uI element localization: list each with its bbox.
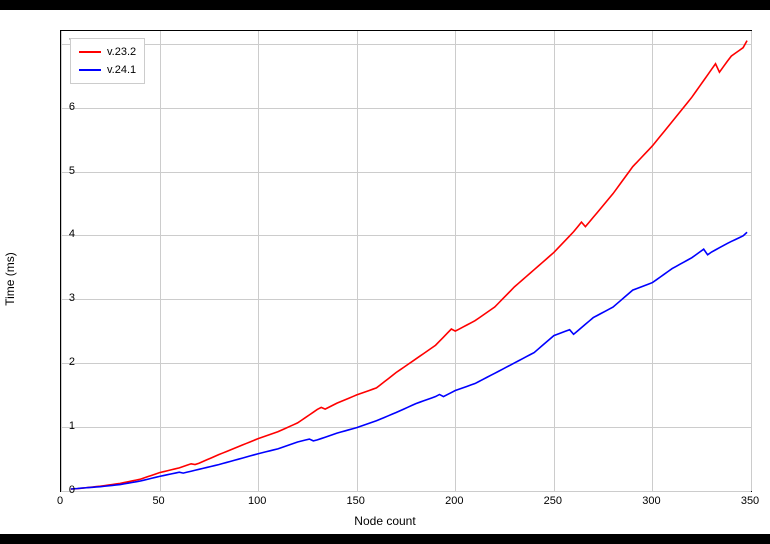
- legend-entry-1: v.24.1: [79, 61, 136, 79]
- x-tick-label: 100: [248, 495, 266, 507]
- y-tick-label: 5: [45, 165, 75, 177]
- chart-lines: [61, 31, 751, 491]
- x-axis-label: Node count: [354, 514, 415, 528]
- legend-label-1: v.24.1: [107, 64, 136, 76]
- grid-line-h: [61, 491, 751, 492]
- x-tick-label: 150: [347, 495, 365, 507]
- legend-label-0: v.23.2: [107, 46, 136, 58]
- x-tick-label: 200: [445, 495, 463, 507]
- y-tick-label: 0: [45, 484, 75, 496]
- chart-container: 050100150200250300350 01234567 Node coun…: [0, 10, 770, 534]
- x-tick-label: 0: [57, 495, 63, 507]
- plot-area: [60, 30, 752, 492]
- series-line-0: [71, 41, 747, 490]
- grid-line-v: [751, 31, 752, 491]
- y-tick-label: 2: [45, 356, 75, 368]
- y-tick-label: 3: [45, 292, 75, 304]
- y-axis-label: Time (ms): [3, 252, 17, 306]
- x-tick-label: 350: [741, 495, 759, 507]
- x-tick-label: 250: [544, 495, 562, 507]
- y-tick-label: 6: [45, 101, 75, 113]
- y-tick-label: 1: [45, 420, 75, 432]
- x-tick-label: 50: [152, 495, 164, 507]
- legend: v.23.2 v.24.1: [70, 38, 145, 84]
- y-tick-label: 4: [45, 228, 75, 240]
- legend-entry-0: v.23.2: [79, 43, 136, 61]
- series-line-1: [71, 232, 747, 489]
- x-tick-label: 300: [642, 495, 660, 507]
